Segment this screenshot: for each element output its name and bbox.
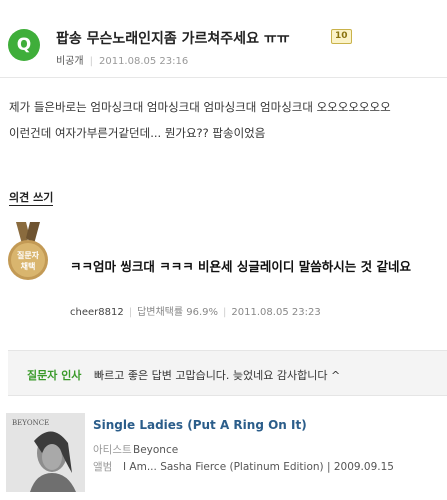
album-label: 앨범 [93, 461, 113, 473]
question-body: 제가 들은바로는 엄마싱크대 엄마싱크대 엄마싱크대 엄마싱크대 오오오오오오오… [9, 94, 447, 146]
artist-row: 아티스트Beyonce [93, 442, 178, 457]
question-meta: 비공개 | 2011.08.05 23:16 [56, 56, 189, 67]
answer-meta: cheer8812 | 답변채택률 96.9% | 2011.08.05 23:23 [70, 307, 321, 318]
question-date: 2011.08.05 23:16 [98, 56, 189, 67]
answer-text: ㅋㅋ엄마 씽크대 ㅋㅋㅋ 비욘세 싱글레이디 말씀하시는 것 같네요 [70, 259, 411, 274]
question-title: 팝송 무슨노래인지좀 가르쳐주세요 ㅠㅠ [56, 31, 290, 47]
write-opinion-link[interactable]: 의견 쓰기 [9, 190, 54, 206]
album-row: 앨범 I Am... Sasha Fierce (Platinum Edition… [93, 459, 394, 474]
thanks-text: 빠르고 좋은 답변 고맙습니다. 늦었네요 감사합니다 ^ [94, 369, 341, 382]
thanks-label: 질문자 인사 [27, 369, 82, 382]
question-badge-icon: Q [8, 29, 40, 61]
album-name[interactable]: I Am... Sasha Fierce (Platinum Edition) … [123, 461, 394, 473]
adopt-rate-label: 답변채택률 [137, 307, 184, 318]
album-cover-image: BEYONCE [6, 413, 85, 492]
answer-author[interactable]: cheer8812 [70, 307, 124, 318]
question-body-line: 이런건데 여자가부른거같던데... 뭔가요?? 팝송이었음 [9, 126, 266, 140]
artist-name[interactable]: Beyonce [133, 444, 178, 456]
question-body-line: 제가 들은바로는 엄마싱크대 엄마싱크대 엄마싱크대 엄마싱크대 오오오오오오오 [9, 100, 391, 114]
question-author: 비공개 [56, 56, 84, 67]
adopt-rate: 96.9% [186, 307, 219, 318]
song-title-link[interactable]: Single Ladies (Put A Ring On It) [93, 418, 307, 432]
adopted-medal-icon: 질문자 채택 [8, 222, 48, 280]
album-cover[interactable]: BEYONCE [6, 413, 85, 492]
medal-text-line2: 채택 [21, 261, 36, 271]
answer-date: 2011.08.05 23:23 [231, 307, 321, 318]
header-divider [0, 77, 447, 78]
medal-text-line1: 질문자 [17, 250, 40, 260]
points-badge: 10 [331, 29, 352, 44]
artist-label: 아티스트 [93, 444, 132, 456]
album-cover-text: BEYONCE [12, 419, 49, 427]
